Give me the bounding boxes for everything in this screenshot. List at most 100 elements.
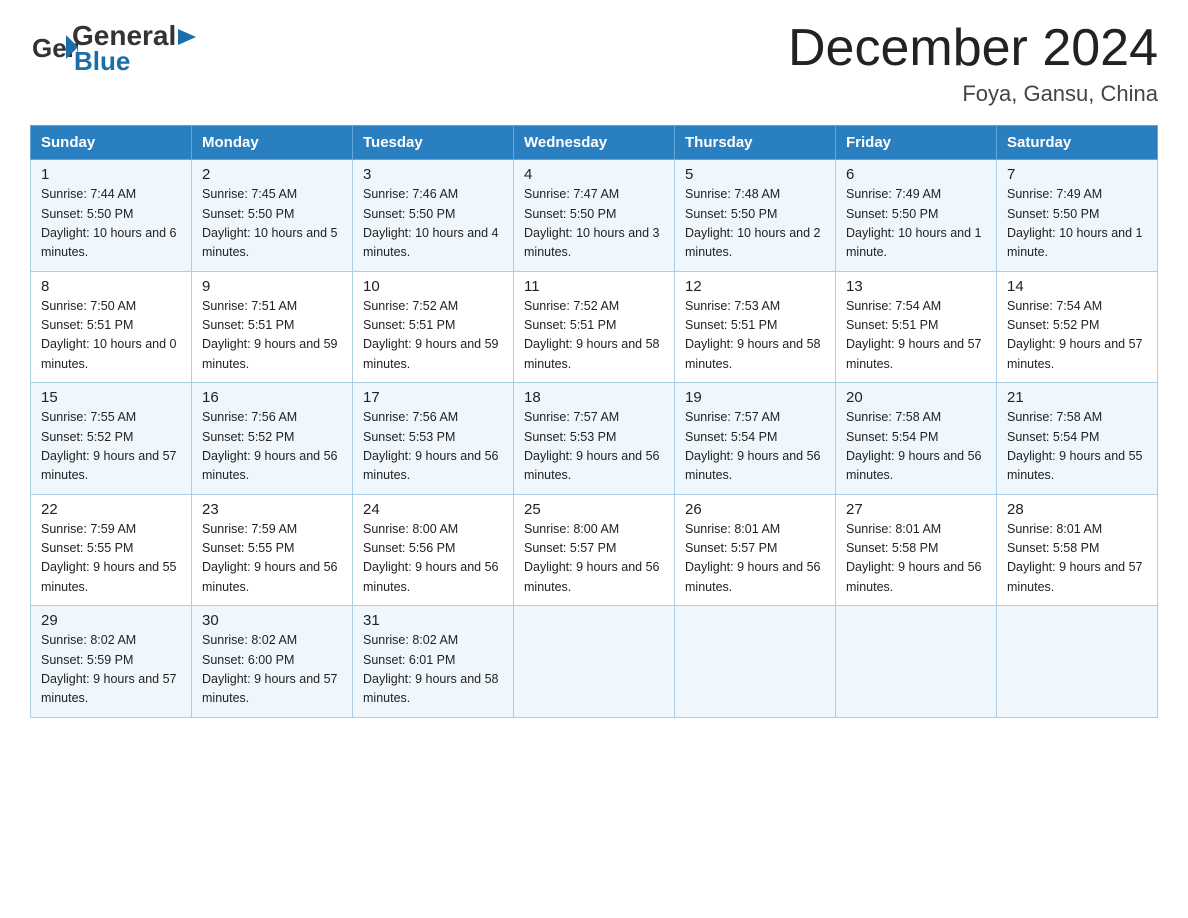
calendar-cell: 2 Sunrise: 7:45 AMSunset: 5:50 PMDaylight… — [192, 160, 353, 272]
calendar-cell: 16 Sunrise: 7:56 AMSunset: 5:52 PMDayligh… — [192, 383, 353, 495]
day-number: 18 — [524, 389, 664, 406]
day-number: 10 — [363, 278, 503, 295]
week-row-5: 29 Sunrise: 8:02 AMSunset: 5:59 PMDayligh… — [31, 606, 1158, 718]
calendar-cell: 22 Sunrise: 7:59 AMSunset: 5:55 PMDayligh… — [31, 494, 192, 606]
calendar-cell: 26 Sunrise: 8:01 AMSunset: 5:57 PMDayligh… — [675, 494, 836, 606]
day-info: Sunrise: 7:53 AMSunset: 5:51 PMDaylight:… — [685, 297, 825, 375]
week-row-4: 22 Sunrise: 7:59 AMSunset: 5:55 PMDayligh… — [31, 494, 1158, 606]
day-info: Sunrise: 7:48 AMSunset: 5:50 PMDaylight:… — [685, 185, 825, 263]
calendar-cell: 5 Sunrise: 7:48 AMSunset: 5:50 PMDaylight… — [675, 160, 836, 272]
day-info: Sunrise: 8:00 AMSunset: 5:56 PMDaylight:… — [363, 520, 503, 598]
day-info: Sunrise: 8:02 AMSunset: 6:00 PMDaylight:… — [202, 631, 342, 709]
day-number: 20 — [846, 389, 986, 406]
day-number: 9 — [202, 278, 342, 295]
day-info: Sunrise: 7:55 AMSunset: 5:52 PMDaylight:… — [41, 408, 181, 486]
calendar-cell: 27 Sunrise: 8:01 AMSunset: 5:58 PMDayligh… — [836, 494, 997, 606]
day-number: 2 — [202, 166, 342, 183]
day-number: 16 — [202, 389, 342, 406]
day-info: Sunrise: 7:58 AMSunset: 5:54 PMDaylight:… — [1007, 408, 1147, 486]
col-friday: Friday — [836, 126, 997, 160]
col-tuesday: Tuesday — [353, 126, 514, 160]
day-info: Sunrise: 7:49 AMSunset: 5:50 PMDaylight:… — [1007, 185, 1147, 263]
calendar-cell — [675, 606, 836, 718]
day-info: Sunrise: 7:57 AMSunset: 5:53 PMDaylight:… — [524, 408, 664, 486]
day-info: Sunrise: 7:44 AMSunset: 5:50 PMDaylight:… — [41, 185, 181, 263]
day-number: 27 — [846, 501, 986, 518]
day-number: 26 — [685, 501, 825, 518]
day-number: 14 — [1007, 278, 1147, 295]
day-info: Sunrise: 7:56 AMSunset: 5:52 PMDaylight:… — [202, 408, 342, 486]
day-number: 5 — [685, 166, 825, 183]
calendar-cell: 11Sunrise: 7:52 AMSunset: 5:51 PMDayligh… — [514, 271, 675, 383]
day-number: 28 — [1007, 501, 1147, 518]
calendar-cell: 24Sunrise: 8:00 AMSunset: 5:56 PMDayligh… — [353, 494, 514, 606]
day-info: Sunrise: 7:52 AMSunset: 5:51 PMDaylight:… — [363, 297, 503, 375]
calendar-cell: 23 Sunrise: 7:59 AMSunset: 5:55 PMDayligh… — [192, 494, 353, 606]
calendar-table: Sunday Monday Tuesday Wednesday Thursday… — [30, 125, 1158, 718]
col-sunday: Sunday — [31, 126, 192, 160]
calendar-cell: 12 Sunrise: 7:53 AMSunset: 5:51 PMDayligh… — [675, 271, 836, 383]
calendar-cell: 7 Sunrise: 7:49 AMSunset: 5:50 PMDaylight… — [997, 160, 1158, 272]
calendar-cell: 15Sunrise: 7:55 AMSunset: 5:52 PMDayligh… — [31, 383, 192, 495]
col-saturday: Saturday — [997, 126, 1158, 160]
calendar-cell: 1 Sunrise: 7:44 AMSunset: 5:50 PMDaylight… — [31, 160, 192, 272]
day-number: 12 — [685, 278, 825, 295]
calendar-cell: 29 Sunrise: 8:02 AMSunset: 5:59 PMDayligh… — [31, 606, 192, 718]
day-info: Sunrise: 7:56 AMSunset: 5:53 PMDaylight:… — [363, 408, 503, 486]
day-info: Sunrise: 7:59 AMSunset: 5:55 PMDaylight:… — [41, 520, 181, 598]
calendar-cell: 28 Sunrise: 8:01 AMSunset: 5:58 PMDayligh… — [997, 494, 1158, 606]
week-row-2: 8Sunrise: 7:50 AMSunset: 5:51 PMDaylight… — [31, 271, 1158, 383]
col-thursday: Thursday — [675, 126, 836, 160]
day-info: Sunrise: 7:54 AMSunset: 5:52 PMDaylight:… — [1007, 297, 1147, 375]
logo-blue-text: Blue — [74, 46, 200, 77]
day-info: Sunrise: 7:47 AMSunset: 5:50 PMDaylight:… — [524, 185, 664, 263]
calendar-cell: 8Sunrise: 7:50 AMSunset: 5:51 PMDaylight… — [31, 271, 192, 383]
logo-icon: General — [30, 25, 78, 73]
day-info: Sunrise: 8:00 AMSunset: 5:57 PMDaylight:… — [524, 520, 664, 598]
calendar-cell: 17 Sunrise: 7:56 AMSunset: 5:53 PMDayligh… — [353, 383, 514, 495]
day-info: Sunrise: 7:52 AMSunset: 5:51 PMDaylight:… — [524, 297, 664, 375]
day-number: 13 — [846, 278, 986, 295]
day-info: Sunrise: 8:01 AMSunset: 5:57 PMDaylight:… — [685, 520, 825, 598]
day-info: Sunrise: 8:01 AMSunset: 5:58 PMDaylight:… — [846, 520, 986, 598]
calendar-cell: 19 Sunrise: 7:57 AMSunset: 5:54 PMDayligh… — [675, 383, 836, 495]
col-wednesday: Wednesday — [514, 126, 675, 160]
day-info: Sunrise: 8:01 AMSunset: 5:58 PMDaylight:… — [1007, 520, 1147, 598]
day-number: 7 — [1007, 166, 1147, 183]
day-info: Sunrise: 8:02 AMSunset: 6:01 PMDaylight:… — [363, 631, 503, 709]
calendar-cell — [514, 606, 675, 718]
calendar-cell — [836, 606, 997, 718]
day-number: 30 — [202, 612, 342, 629]
day-info: Sunrise: 7:59 AMSunset: 5:55 PMDaylight:… — [202, 520, 342, 598]
calendar-cell: 31Sunrise: 8:02 AMSunset: 6:01 PMDayligh… — [353, 606, 514, 718]
logo: General General Blue — [30, 20, 200, 77]
page-header: General General Blue December 2024 Foya,… — [30, 20, 1158, 107]
location: Foya, Gansu, China — [788, 81, 1158, 107]
day-info: Sunrise: 7:45 AMSunset: 5:50 PMDaylight:… — [202, 185, 342, 263]
calendar-cell: 20 Sunrise: 7:58 AMSunset: 5:54 PMDayligh… — [836, 383, 997, 495]
col-monday: Monday — [192, 126, 353, 160]
day-info: Sunrise: 7:54 AMSunset: 5:51 PMDaylight:… — [846, 297, 986, 375]
calendar-cell: 14 Sunrise: 7:54 AMSunset: 5:52 PMDayligh… — [997, 271, 1158, 383]
day-number: 29 — [41, 612, 181, 629]
calendar-cell: 13 Sunrise: 7:54 AMSunset: 5:51 PMDayligh… — [836, 271, 997, 383]
calendar-cell: 30 Sunrise: 8:02 AMSunset: 6:00 PMDayligh… — [192, 606, 353, 718]
month-title: December 2024 — [788, 20, 1158, 77]
day-number: 1 — [41, 166, 181, 183]
day-info: Sunrise: 7:58 AMSunset: 5:54 PMDaylight:… — [846, 408, 986, 486]
day-number: 17 — [363, 389, 503, 406]
day-info: Sunrise: 7:57 AMSunset: 5:54 PMDaylight:… — [685, 408, 825, 486]
day-number: 6 — [846, 166, 986, 183]
calendar-cell: 18 Sunrise: 7:57 AMSunset: 5:53 PMDayligh… — [514, 383, 675, 495]
day-info: Sunrise: 7:46 AMSunset: 5:50 PMDaylight:… — [363, 185, 503, 263]
day-number: 19 — [685, 389, 825, 406]
calendar-cell: 10 Sunrise: 7:52 AMSunset: 5:51 PMDayligh… — [353, 271, 514, 383]
day-info: Sunrise: 7:49 AMSunset: 5:50 PMDaylight:… — [846, 185, 986, 263]
day-number: 8 — [41, 278, 181, 295]
day-number: 22 — [41, 501, 181, 518]
day-number: 21 — [1007, 389, 1147, 406]
day-info: Sunrise: 8:02 AMSunset: 5:59 PMDaylight:… — [41, 631, 181, 709]
calendar-body: 1 Sunrise: 7:44 AMSunset: 5:50 PMDaylight… — [31, 160, 1158, 718]
day-number: 23 — [202, 501, 342, 518]
calendar-cell: 3Sunrise: 7:46 AMSunset: 5:50 PMDaylight… — [353, 160, 514, 272]
